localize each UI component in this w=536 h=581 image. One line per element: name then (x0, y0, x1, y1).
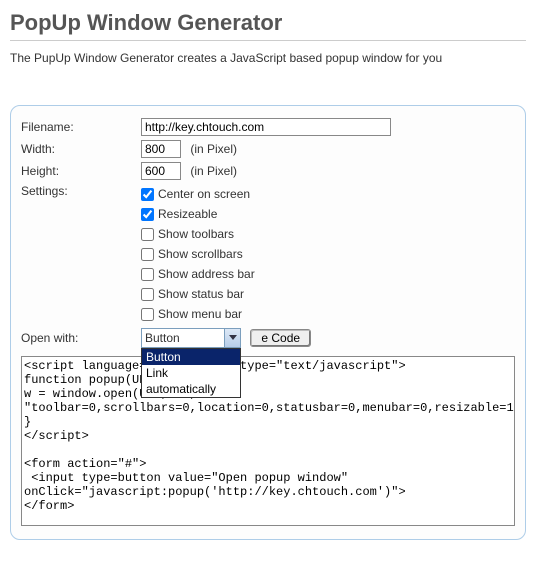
generate-code-button[interactable]: e Code (250, 329, 311, 347)
filename-label: Filename: (21, 120, 141, 134)
width-input[interactable] (141, 140, 181, 158)
page-intro: The PupUp Window Generator creates a Jav… (10, 51, 526, 65)
checkbox-resizeable[interactable] (141, 208, 154, 221)
height-hint: (in Pixel) (190, 164, 237, 178)
height-label: Height: (21, 164, 141, 178)
checkbox-show-menu-bar[interactable] (141, 308, 154, 321)
openwith-selected-text: Button (145, 331, 180, 345)
checkbox-label: Center on screen (158, 187, 250, 201)
checkbox-label: Resizeable (158, 207, 217, 221)
openwith-select[interactable]: Button (141, 328, 241, 348)
settings-label: Settings: (21, 184, 141, 198)
openwith-option-link[interactable]: Link (142, 365, 240, 381)
width-hint: (in Pixel) (190, 142, 237, 156)
openwith-option-automatically[interactable]: automatically (142, 381, 240, 397)
checkbox-show-toolbars[interactable] (141, 228, 154, 241)
checkbox-label: Show address bar (158, 267, 255, 281)
checkbox-show-status-bar[interactable] (141, 288, 154, 301)
openwith-label: Open with: (21, 331, 141, 345)
code-output[interactable] (21, 356, 515, 526)
height-input[interactable] (141, 162, 181, 180)
width-label: Width: (21, 142, 141, 156)
checkbox-show-scrollbars[interactable] (141, 248, 154, 261)
openwith-option-button[interactable]: Button (142, 349, 240, 365)
chevron-down-icon (224, 329, 240, 347)
checkbox-label: Show status bar (158, 287, 244, 301)
filename-input[interactable] (141, 118, 391, 136)
settings-group: Center on screen Resizeable Show toolbar… (141, 184, 515, 324)
openwith-dropdown: Button Link automatically (141, 348, 241, 398)
generator-panel: Filename: Width: (in Pixel) Height: (in … (10, 105, 526, 540)
page-title: PopUp Window Generator (10, 10, 526, 41)
checkbox-label: Show scrollbars (158, 247, 243, 261)
checkbox-label: Show toolbars (158, 227, 234, 241)
checkbox-center-on-screen[interactable] (141, 188, 154, 201)
checkbox-label: Show menu bar (158, 307, 242, 321)
checkbox-show-address-bar[interactable] (141, 268, 154, 281)
